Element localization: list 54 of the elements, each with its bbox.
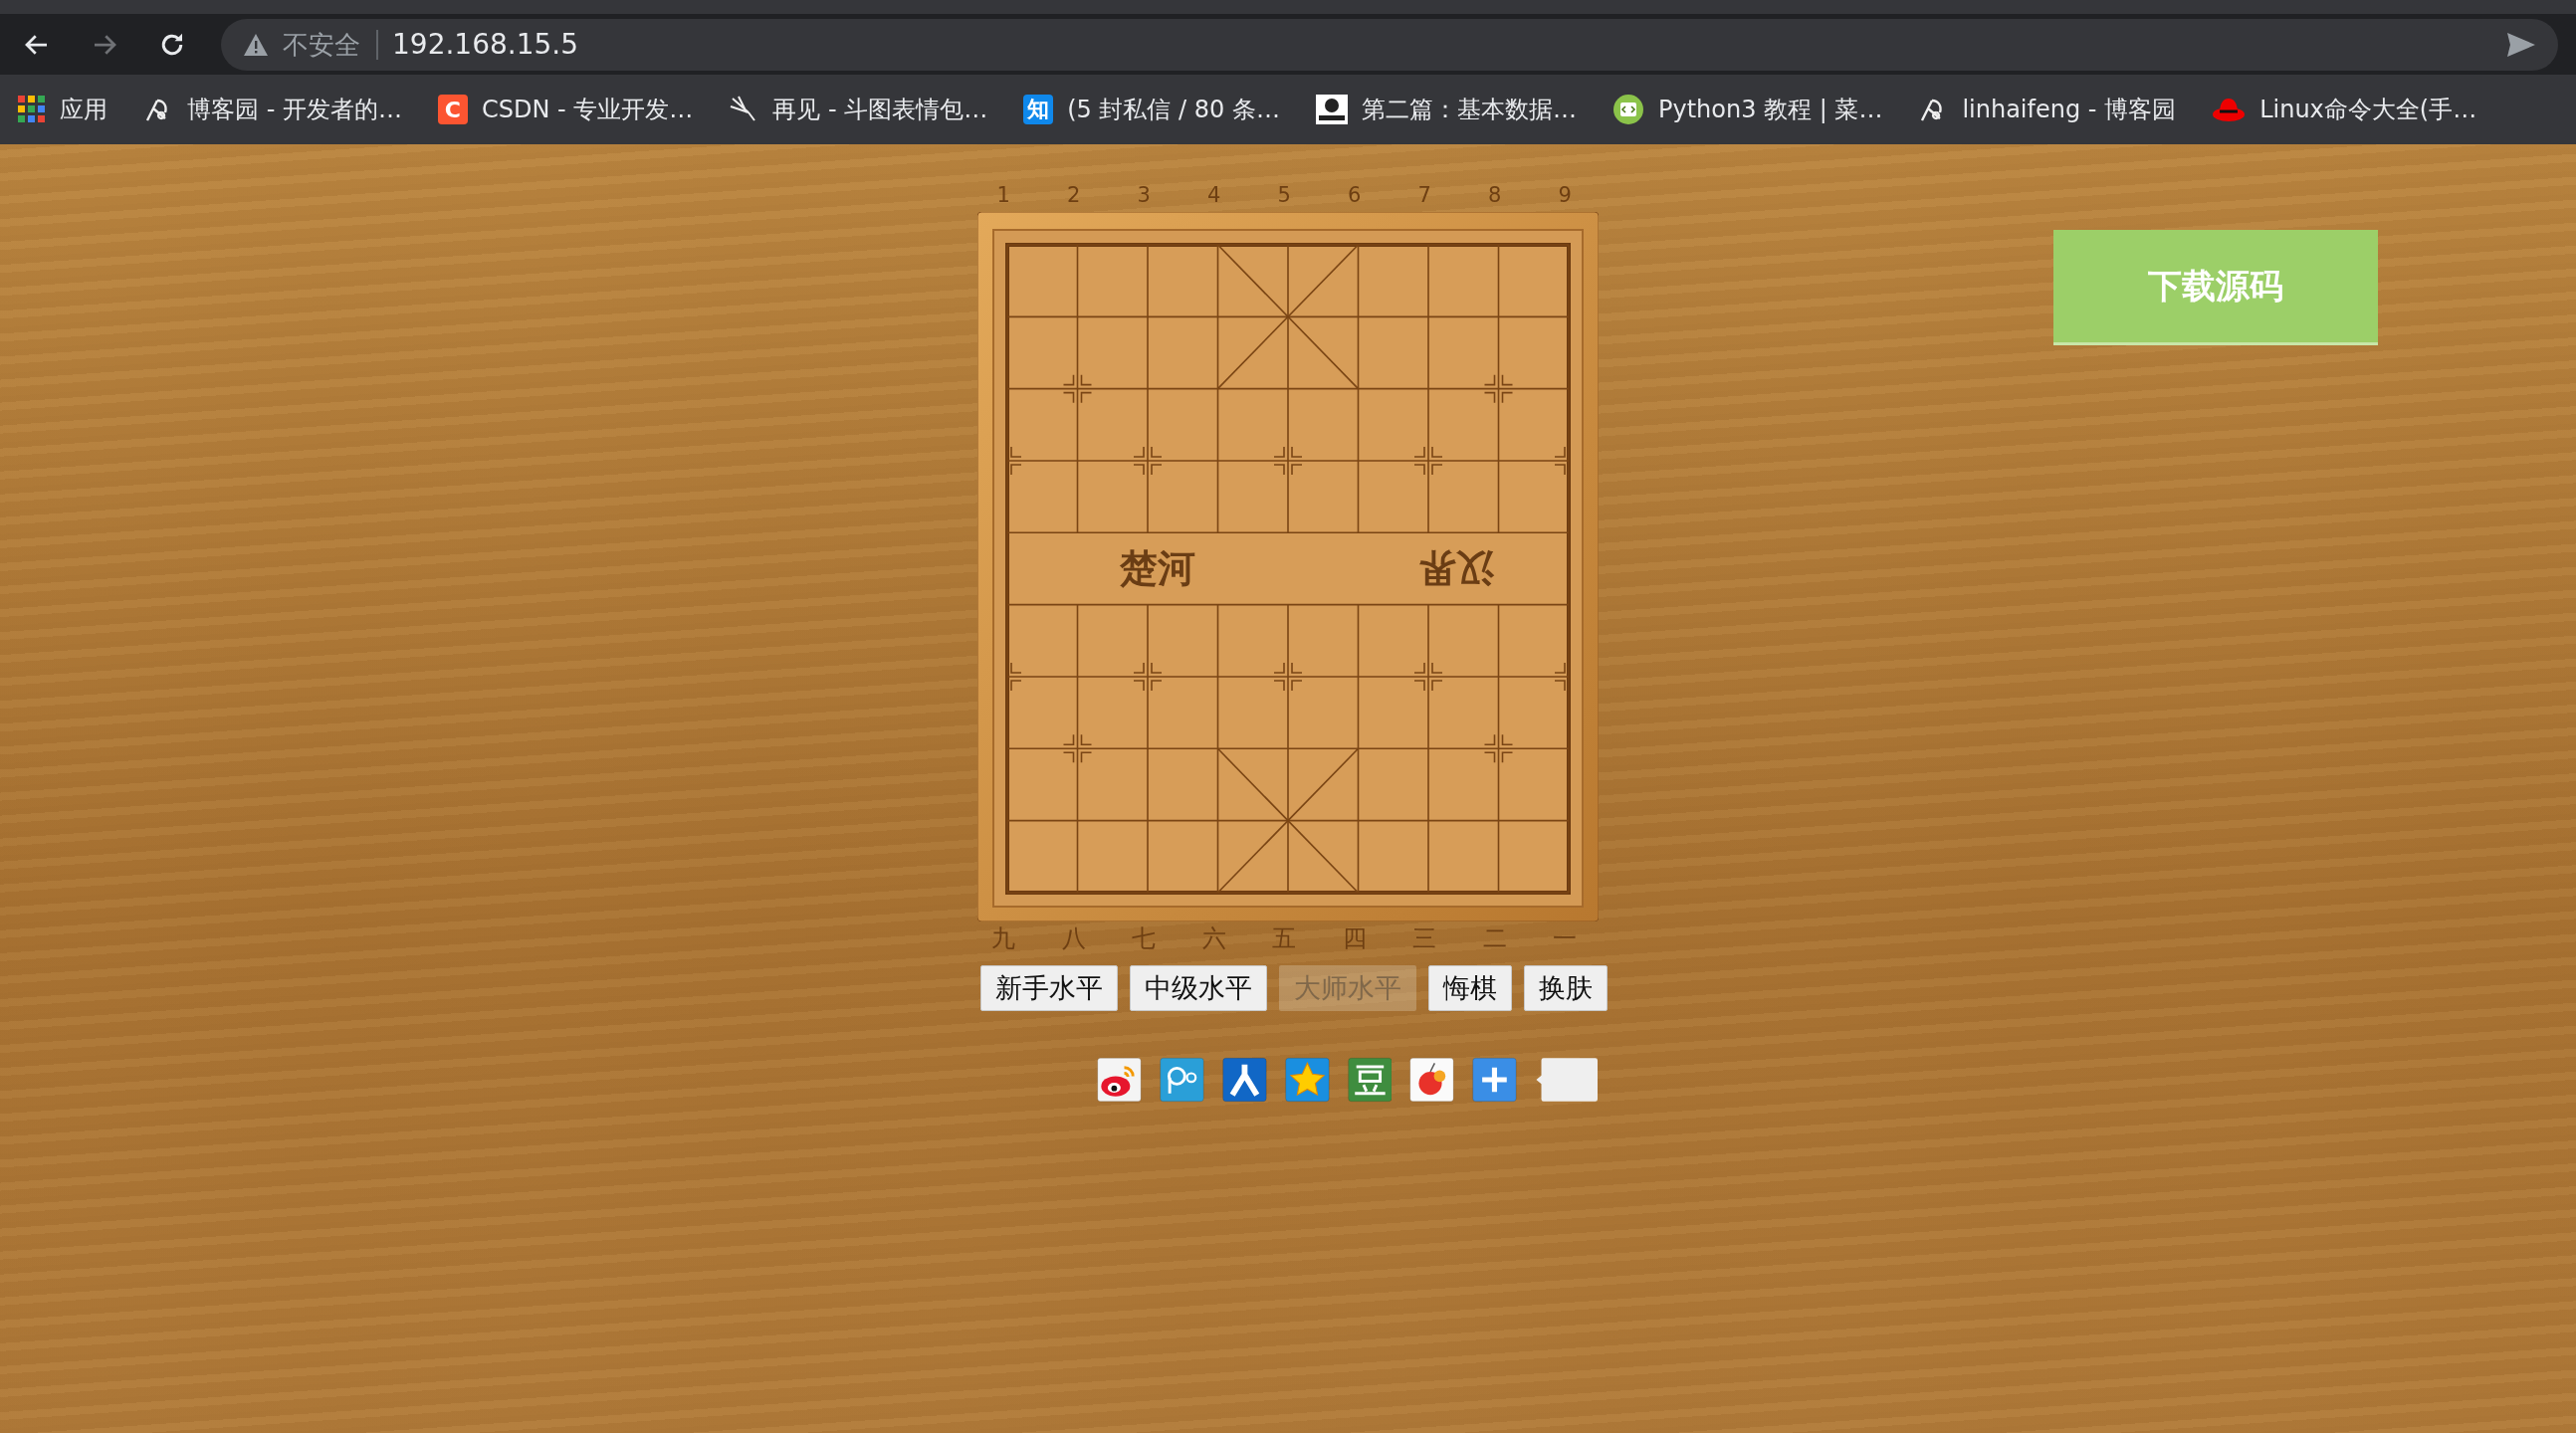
bookmark-label: 应用	[60, 95, 107, 125]
file-number: 九	[990, 923, 1017, 953]
river-label: 汉界	[1418, 546, 1495, 591]
file-number: 一	[1552, 923, 1579, 953]
bookmark-label: CSDN - 专业开发…	[481, 95, 694, 125]
file-number: 6	[1347, 182, 1363, 209]
bookmark-label: (5 封私信 / 80 条…	[1067, 95, 1280, 125]
bookmark-link[interactable]: 再见 - 斗图表情包…	[729, 94, 988, 125]
hat-icon	[2212, 96, 2247, 123]
send-icon[interactable]	[2506, 31, 2536, 58]
bookmark-label: Python3 教程 | 菜…	[1657, 95, 1883, 125]
file-number: 5	[1276, 182, 1292, 209]
file-number: 1	[995, 182, 1011, 209]
bookmark-link[interactable]: C CSDN - 专业开发…	[437, 94, 694, 125]
game-button[interactable]: 中级水平	[1130, 965, 1267, 1011]
code-icon	[1611, 94, 1644, 125]
file-number: 七	[1131, 923, 1158, 953]
warning-icon	[243, 32, 269, 57]
security-label: 不安全	[283, 29, 378, 60]
file-number: 四	[1341, 923, 1368, 953]
file-number: 4	[1206, 182, 1222, 209]
file-number: 2	[1066, 182, 1082, 209]
file-number: 八	[1060, 923, 1087, 953]
site-logo-icon: C	[437, 95, 468, 124]
bookmark-link[interactable]: linhaifeng - 博客园	[1918, 94, 2177, 125]
file-number: 9	[1557, 182, 1573, 209]
file-number: 7	[1416, 182, 1432, 209]
file-number: 六	[1200, 923, 1227, 953]
game-button[interactable]: 换肤	[1524, 965, 1608, 1011]
address-bar[interactable]: 不安全 192.168.15.5	[221, 18, 2558, 71]
bookmark-link[interactable]: 知 (5 封私信 / 80 条…	[1023, 94, 1280, 125]
game-button[interactable]: 悔棋	[1428, 965, 1512, 1011]
apps-grid-icon	[18, 96, 46, 123]
bookmark-link[interactable]: Python3 教程 | 菜…	[1611, 94, 1883, 125]
bookmark-label: 再见 - 斗图表情包…	[772, 95, 988, 125]
river-label: 楚河	[1119, 546, 1195, 591]
bookmark-label: 第二篇：基本数据…	[1361, 95, 1577, 125]
bookmark-link[interactable]: 博客园 - 开发者的…	[143, 94, 402, 125]
bookmark-label: 博客园 - 开发者的…	[187, 95, 402, 125]
thumbnail-icon	[1315, 95, 1348, 124]
bookmark-label: linhaifeng - 博客园	[1962, 95, 2177, 125]
bookmark-link[interactable]: 第二篇：基本数据…	[1315, 94, 1577, 125]
file-number: 五	[1271, 923, 1298, 953]
bookmark-label: Linux命令大全(手…	[2259, 95, 2477, 125]
bookmark-link[interactable]: 应用	[18, 94, 107, 125]
file-number: 3	[1136, 182, 1152, 209]
file-number: 三	[1411, 923, 1438, 953]
url-text: 192.168.15.5	[392, 28, 579, 61]
site-logo-icon: 知	[1023, 95, 1054, 124]
file-number: 8	[1487, 182, 1503, 209]
file-number: 二	[1481, 923, 1508, 953]
chessboard[interactable]: 楚河 汉界	[977, 212, 1599, 921]
bookmark-link[interactable]: Linux命令大全(手…	[2212, 94, 2477, 125]
game-button[interactable]: 新手水平	[980, 965, 1118, 1011]
